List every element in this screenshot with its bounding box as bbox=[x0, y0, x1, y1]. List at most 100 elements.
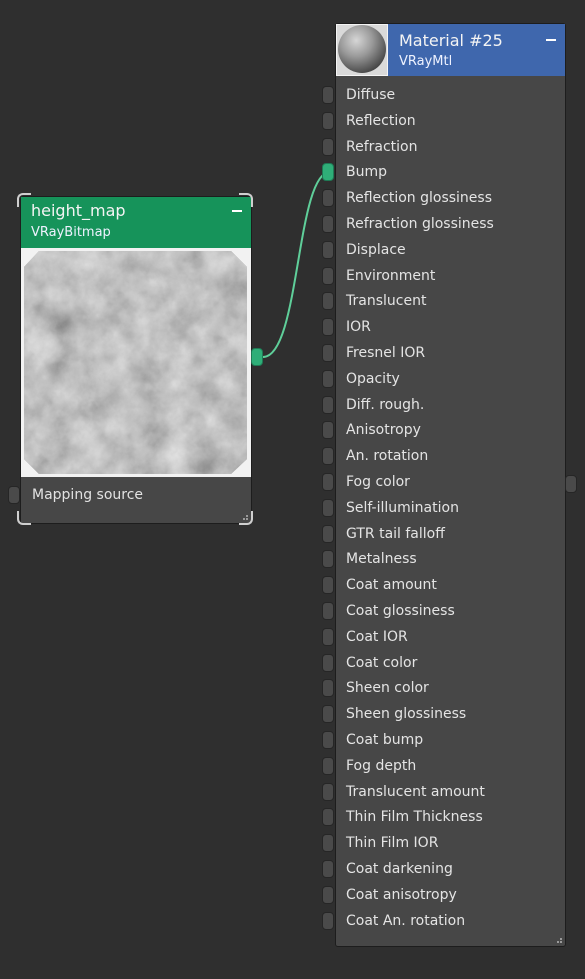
material-input-socket[interactable] bbox=[322, 654, 334, 672]
material-slot-row[interactable]: Diff. rough. bbox=[336, 392, 565, 418]
material-slot-label: Coat glossiness bbox=[346, 603, 455, 619]
material-slot-row[interactable]: Bump bbox=[336, 159, 565, 185]
material-slot-row[interactable]: Diffuse bbox=[336, 82, 565, 108]
material-input-socket[interactable] bbox=[322, 912, 334, 930]
material-slot-row[interactable]: Refraction glossiness bbox=[336, 211, 565, 237]
material-slot-row[interactable]: Reflection glossiness bbox=[336, 185, 565, 211]
material-input-socket[interactable] bbox=[322, 344, 334, 362]
material-slot-label: Coat color bbox=[346, 654, 418, 671]
material-slot-row[interactable]: Fresnel IOR bbox=[336, 340, 565, 366]
minus-icon[interactable] bbox=[546, 39, 556, 41]
material-slot-label: Refraction bbox=[346, 138, 418, 155]
material-slot-row[interactable]: Coat IOR bbox=[336, 624, 565, 650]
material-input-socket[interactable] bbox=[322, 602, 334, 620]
material-slot-row[interactable]: Coat color bbox=[336, 650, 565, 676]
material-node[interactable]: Material #25 VRayMtl Diffuse Reflection Re… bbox=[335, 23, 566, 947]
material-slot-label: Displace bbox=[346, 241, 406, 258]
mapping-source-row: Mapping source bbox=[21, 477, 251, 523]
material-input-socket[interactable] bbox=[322, 783, 334, 801]
material-input-socket[interactable] bbox=[322, 241, 334, 259]
material-slot-row[interactable]: Displace bbox=[336, 237, 565, 263]
material-input-socket[interactable] bbox=[322, 396, 334, 414]
material-slot-row[interactable]: Coat amount bbox=[336, 572, 565, 598]
material-input-socket[interactable] bbox=[322, 499, 334, 517]
material-input-socket[interactable] bbox=[322, 421, 334, 439]
material-input-socket[interactable] bbox=[322, 705, 334, 723]
material-slot-row[interactable]: An. rotation bbox=[336, 443, 565, 469]
material-slot-row[interactable]: Thin Film Thickness bbox=[336, 804, 565, 830]
material-input-socket[interactable] bbox=[322, 86, 334, 104]
bitmap-node-header[interactable]: height_map VRayBitmap bbox=[21, 197, 251, 248]
material-slot-row[interactable]: GTR tail falloff bbox=[336, 521, 565, 547]
material-input-socket[interactable] bbox=[322, 215, 334, 233]
material-input-socket[interactable] bbox=[322, 189, 334, 207]
material-slot-row[interactable]: Fog depth bbox=[336, 753, 565, 779]
material-slot-row[interactable]: Fog color bbox=[336, 469, 565, 495]
material-slot-row[interactable]: Refraction bbox=[336, 134, 565, 160]
material-slot-row[interactable]: Coat glossiness bbox=[336, 598, 565, 624]
material-input-socket[interactable] bbox=[322, 473, 334, 491]
material-slot-row[interactable]: Coat anisotropy bbox=[336, 882, 565, 908]
selection-corner-top-left bbox=[17, 193, 31, 207]
material-input-socket[interactable] bbox=[322, 163, 334, 181]
material-slot-row[interactable]: Self-illumination bbox=[336, 495, 565, 521]
bump-connection-wire[interactable] bbox=[262, 171, 331, 358]
material-slot-row[interactable]: Sheen glossiness bbox=[336, 701, 565, 727]
material-slot-label: Opacity bbox=[346, 370, 400, 387]
material-input-socket[interactable] bbox=[322, 808, 334, 826]
material-input-socket[interactable] bbox=[322, 318, 334, 336]
material-slot-label: Coat amount bbox=[346, 577, 437, 594]
material-slot-row[interactable]: Environment bbox=[336, 263, 565, 289]
material-slot-row[interactable]: IOR bbox=[336, 314, 565, 340]
material-slot-label: Sheen color bbox=[346, 680, 429, 697]
material-slot-row[interactable]: Anisotropy bbox=[336, 417, 565, 443]
material-output-socket[interactable] bbox=[565, 475, 577, 493]
material-slot-row[interactable]: Coat An. rotation bbox=[336, 908, 565, 934]
mapping-source-input-socket[interactable] bbox=[8, 486, 20, 504]
material-slot-label: Diffuse bbox=[346, 87, 396, 103]
material-slot-label: Coat darkening bbox=[346, 861, 453, 877]
material-slot-list: Diffuse Reflection Refraction Bump Reflectio… bbox=[336, 82, 565, 929]
material-input-socket[interactable] bbox=[322, 757, 334, 775]
material-input-socket[interactable] bbox=[322, 112, 334, 130]
material-slot-label: Thin Film Thickness bbox=[346, 809, 483, 826]
material-input-socket[interactable] bbox=[322, 731, 334, 749]
material-slot-label: Self-illumination bbox=[346, 499, 459, 516]
material-node-subtitle: VRayMtl bbox=[399, 54, 453, 69]
bitmap-node-subtitle: VRayBitmap bbox=[31, 225, 111, 240]
material-slot-row[interactable]: Translucent bbox=[336, 288, 565, 314]
material-input-socket[interactable] bbox=[322, 447, 334, 465]
bitmap-node[interactable]: height_map VRayBitmap Mapping source bbox=[20, 196, 252, 524]
material-input-socket[interactable] bbox=[322, 370, 334, 388]
material-slot-label: Coat bump bbox=[346, 732, 424, 748]
resize-grip-icon[interactable] bbox=[554, 935, 562, 943]
material-slot-row[interactable]: Reflection bbox=[336, 108, 565, 134]
bitmap-node-title: height_map bbox=[31, 201, 126, 220]
minus-icon[interactable] bbox=[232, 210, 242, 212]
material-node-header[interactable]: Material #25 VRayMtl bbox=[336, 24, 565, 76]
material-slot-row[interactable]: Thin Film IOR bbox=[336, 830, 565, 856]
material-input-socket[interactable] bbox=[322, 576, 334, 594]
material-slot-row[interactable]: Metalness bbox=[336, 546, 565, 572]
material-input-socket[interactable] bbox=[322, 628, 334, 646]
material-slot-row[interactable]: Coat bump bbox=[336, 727, 565, 753]
material-slot-label: Diff. rough. bbox=[346, 396, 425, 413]
sphere-icon bbox=[337, 25, 387, 75]
material-input-socket[interactable] bbox=[322, 292, 334, 310]
material-slot-row[interactable]: Sheen color bbox=[336, 675, 565, 701]
material-input-socket[interactable] bbox=[322, 860, 334, 878]
material-input-socket[interactable] bbox=[322, 679, 334, 697]
material-slot-label: Environment bbox=[346, 267, 436, 284]
material-input-socket[interactable] bbox=[322, 550, 334, 568]
material-slot-row[interactable]: Coat darkening bbox=[336, 856, 565, 882]
material-input-socket[interactable] bbox=[322, 267, 334, 285]
material-input-socket[interactable] bbox=[322, 138, 334, 156]
material-input-socket[interactable] bbox=[322, 834, 334, 852]
material-input-socket[interactable] bbox=[322, 525, 334, 543]
material-slot-label: Translucent bbox=[346, 293, 427, 310]
material-input-socket[interactable] bbox=[322, 886, 334, 904]
material-slot-label: Thin Film IOR bbox=[346, 835, 439, 852]
material-slot-row[interactable]: Translucent amount bbox=[336, 779, 565, 805]
material-slot-row[interactable]: Opacity bbox=[336, 366, 565, 392]
bitmap-output-socket[interactable] bbox=[251, 348, 263, 366]
